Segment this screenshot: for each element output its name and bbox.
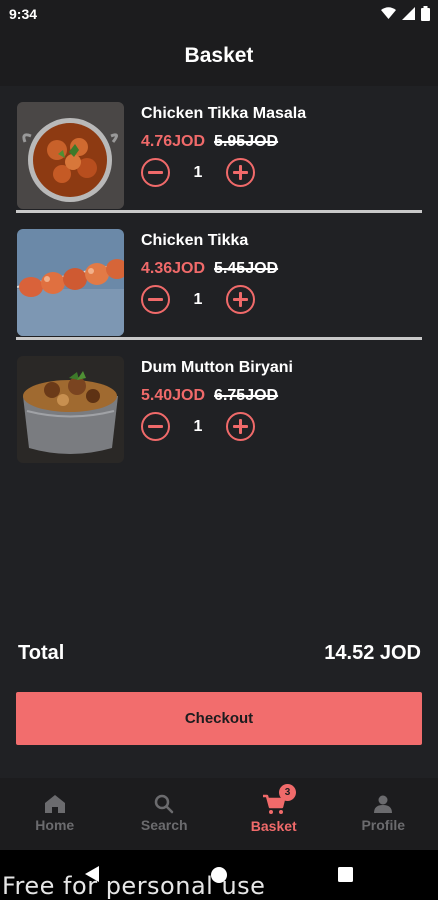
price-row: 4.36JOD 5.45JOD (141, 260, 278, 278)
original-price: 6.75JOD (214, 387, 279, 404)
checkout-button[interactable]: Checkout (16, 692, 422, 745)
basket-item: Dum Mutton Biryani 5.40JOD 6.75JOD 1 (0, 340, 438, 466)
quantity-stepper: 1 (141, 158, 255, 187)
quantity-value: 1 (193, 163, 203, 181)
item-name: Chicken Tikka (141, 232, 249, 249)
price-row: 4.76JOD 5.95JOD (141, 133, 278, 151)
increase-quantity-button[interactable] (226, 412, 255, 441)
bottom-nav: Home Search 3 Basket Profile (0, 778, 438, 850)
signal-icon (402, 7, 415, 20)
decrease-quantity-button[interactable] (141, 412, 170, 441)
watermark-text: Free for personal use (2, 872, 266, 900)
search-icon (155, 794, 174, 814)
total-value: 14.52 JOD (324, 642, 421, 664)
status-time: 9:34 (9, 6, 38, 22)
page-title: Basket (184, 44, 254, 67)
original-price: 5.95JOD (214, 133, 279, 150)
quantity-value: 1 (193, 417, 203, 435)
original-price: 5.45JOD (214, 260, 279, 277)
increase-quantity-button[interactable] (226, 158, 255, 187)
discounted-price: 5.40JOD (141, 387, 206, 404)
battery-icon (421, 6, 430, 21)
nav-item-home[interactable]: Home (0, 778, 110, 850)
nav-label: Search (140, 817, 188, 833)
food-photo-icon (17, 102, 124, 209)
nav-item-basket[interactable]: 3 Basket (219, 778, 329, 850)
wifi-icon (381, 7, 396, 19)
decrease-quantity-button[interactable] (141, 158, 170, 187)
cart-count-badge: 3 (279, 784, 296, 801)
status-icons (381, 6, 430, 21)
discounted-price: 4.76JOD (141, 133, 206, 150)
status-bar: 9:34 (0, 0, 438, 28)
item-name: Chicken Tikka Masala (141, 105, 307, 122)
increase-quantity-button[interactable] (226, 285, 255, 314)
price-row: 5.40JOD 6.75JOD (141, 387, 278, 405)
quantity-stepper: 1 (141, 285, 255, 314)
quantity-stepper: 1 (141, 412, 255, 441)
food-photo-icon (17, 356, 124, 463)
food-photo-icon (17, 229, 124, 336)
quantity-value: 1 (193, 290, 203, 308)
home-icon (44, 795, 65, 813)
app-header: Basket (0, 28, 438, 86)
nav-label: Home (35, 817, 75, 833)
recents-icon[interactable] (338, 867, 353, 882)
total-label: Total (18, 642, 65, 664)
item-name: Dum Mutton Biryani (141, 359, 293, 376)
discounted-price: 4.36JOD (141, 260, 206, 277)
basket-item: Chicken Tikka 4.36JOD 5.45JOD 1 (0, 213, 438, 339)
nav-label: Profile (361, 817, 406, 833)
basket-item: Chicken Tikka Masala 4.76JOD 5.95JOD 1 (0, 86, 438, 212)
total-row: Total 14.52 JOD (18, 642, 421, 665)
decrease-quantity-button[interactable] (141, 285, 170, 314)
nav-item-profile[interactable]: Profile (329, 778, 438, 850)
nav-item-search[interactable]: Search (110, 778, 220, 850)
person-icon (374, 795, 393, 813)
nav-label: Basket (250, 818, 297, 834)
